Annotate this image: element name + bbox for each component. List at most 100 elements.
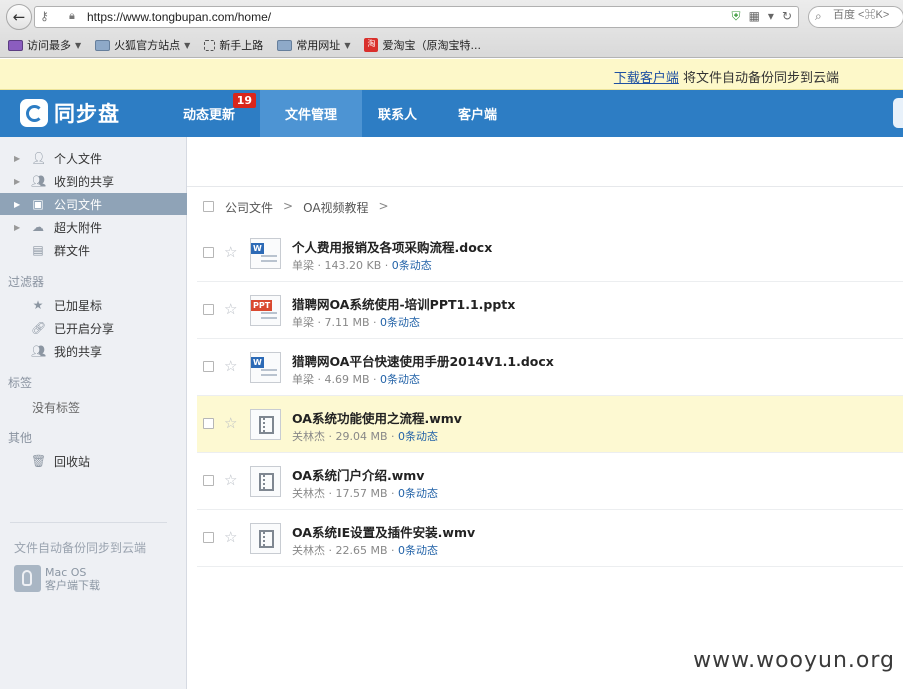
url-text[interactable]: https://www.tongbupan.com/home/ [87,10,271,24]
activity-link[interactable]: 0条动态 [380,316,420,329]
chevron-right-icon[interactable]: ▶ [14,223,20,232]
breadcrumb-oa-videos[interactable]: OA视频教程 [303,199,368,216]
file-name[interactable]: 猎聘网OA系统使用-培训PPT1.1.pptx [292,294,515,313]
file-name[interactable]: OA系统IE设置及插件安装.wmv [292,522,475,541]
shield-icon[interactable]: ⛨ [732,9,741,24]
banner-message: 下载客户端 将文件自动备份同步到云端 [614,67,839,86]
file-name[interactable]: 猎聘网OA平台快速使用手册2014V1.1.docx [292,351,554,370]
chevron-right-icon[interactable]: ▶ [14,200,20,209]
back-arrow-icon: ← [12,8,26,26]
bookmark-label: 爱淘宝（原淘宝特... [382,39,481,52]
file-row[interactable]: ☆ OA系统IE设置及插件安装.wmv 关林杰 · 22.65 MB · 0条动… [197,510,903,567]
sidebar-item-starred[interactable]: ★ 已加星标 [0,294,187,316]
navigation-row: ← ⚷ 🔒︎ https://www.tongbupan.com/home/ ⛨… [0,4,903,30]
file-owner: 关林杰 [292,430,325,443]
star-icon: ★ [32,298,44,312]
file-checkbox[interactable] [203,532,214,543]
chevron-right-icon[interactable]: ▶ [14,177,20,186]
activity-link[interactable]: 0条动态 [398,544,438,557]
mac-client-download[interactable]: Mac OS 客户端下载 [14,565,100,592]
mac-os-label: Mac OS [45,565,87,579]
reload-icon[interactable]: ↻ [782,9,792,24]
sidebar-item-company-files[interactable]: ▶ ▣ 公司文件 [0,193,187,215]
file-row[interactable]: ☆ OA系统功能使用之流程.wmv 关林杰 · 29.04 MB · 0条动态 [197,396,903,453]
file-checkbox[interactable] [203,304,214,315]
file-checkbox[interactable] [203,475,214,486]
meta-separator: · [387,430,399,443]
star-icon[interactable]: ☆ [224,528,237,546]
browser-search-input[interactable] [833,9,903,21]
sidebar-item-large-attachments[interactable]: ▶ ☁ 超大附件 [0,216,187,238]
qr-code-icon[interactable]: ▦ [749,9,760,24]
file-row[interactable]: ☆ W 个人费用报销及各项采购流程.docx 单梁 · 143.20 KB · … [197,225,903,282]
bookmark-common-sites[interactable]: 常用网址 ▼ [277,37,350,53]
star-icon[interactable]: ☆ [224,300,237,318]
notification-badge: 19 [232,93,257,108]
folder-icon [277,39,293,51]
breadcrumb: 公司文件 > OA视频教程 > [225,199,389,216]
file-owner: 单梁 [292,373,314,386]
sidebar-item-my-shares[interactable]: 👥︎ 我的共享 [0,340,187,362]
header-search-edge[interactable] [893,98,903,128]
sidebar-item-label: 个人文件 [54,151,103,166]
file-row[interactable]: ☆ W 猎聘网OA平台快速使用手册2014V1.1.docx 单梁 · 4.69… [197,339,903,396]
sidebar-item-personal-files[interactable]: ▶ 👤︎ 个人文件 [0,147,187,169]
sync-promo-text: 文件自动备份同步到云端 [14,541,147,555]
sidebar-item-trash[interactable]: 🗑︎ 回收站 [0,450,187,472]
address-bar[interactable]: ⚷ 🔒︎ https://www.tongbupan.com/home/ ⛨ ▦… [34,6,799,28]
back-button[interactable]: ← [6,4,32,30]
dashed-page-icon [204,39,216,51]
sync-logo-icon [20,99,48,127]
file-row[interactable]: ☆ OA系统门户介绍.wmv 关林杰 · 17.57 MB · 0条动态 [197,453,903,510]
ppt-tag: PPT [251,300,273,311]
app-logo[interactable]: 同步盘 [20,98,120,128]
banner-text: 将文件自动备份同步到云端 [678,71,839,86]
file-owner: 单梁 [292,316,314,329]
file-row[interactable]: ☆ PPT 猎聘网OA系统使用-培训PPT1.1.pptx 单梁 · 7.11 … [197,282,903,339]
file-checkbox[interactable] [203,418,214,429]
person-icon: 👤︎ [31,151,47,165]
sidebar-item-received-shares[interactable]: ▶ 👥︎ 收到的共享 [0,170,187,192]
sidebar-item-group-files[interactable]: ▤ 群文件 [0,239,187,261]
nav-client[interactable]: 客户端 [442,90,522,137]
bookmark-firefox-sites[interactable]: 火狐官方站点 ▼ [95,37,190,53]
meta-separator: · [387,544,399,557]
activity-link[interactable]: 0条动态 [398,487,438,500]
nav-file-management[interactable]: 文件管理 [260,90,363,137]
search-icon: ⌕ [815,9,822,23]
sidebar-item-shared-enabled[interactable]: 🔗︎ 已开启分享 [0,317,187,339]
bookmark-getting-started[interactable]: 新手上路 [204,37,263,53]
file-checkbox[interactable] [203,247,214,258]
breadcrumb-separator: > [378,199,389,213]
select-all-checkbox[interactable] [203,201,214,212]
activity-link[interactable]: 0条动态 [392,259,432,272]
activity-link[interactable]: 0条动态 [398,430,438,443]
bookmark-most-visited[interactable]: 访问最多 ▼ [8,37,81,53]
browser-search-box[interactable]: ⌕ [808,6,903,28]
star-icon[interactable]: ☆ [224,414,237,432]
breadcrumb-separator: > [283,199,294,213]
file-checkbox[interactable] [203,361,214,372]
download-client-link[interactable]: 下载客户端 [614,71,679,86]
breadcrumb-company-files[interactable]: 公司文件 [225,199,273,216]
file-size: 7.11 MB [324,316,370,329]
toolbar-divider [187,186,903,187]
activity-link[interactable]: 0条动态 [380,373,420,386]
word-file-icon: W [250,352,281,383]
file-name[interactable]: OA系统功能使用之流程.wmv [292,408,462,427]
bookmark-taobao[interactable]: 淘爱淘宝（原淘宝特... [364,37,481,53]
nav-contacts[interactable]: 联系人 [362,90,442,137]
chevron-right-icon[interactable]: ▶ [14,154,20,163]
nav-updates[interactable]: 动态更新 19 [167,90,260,137]
sidebar-item-label: 收到的共享 [54,174,115,189]
file-name[interactable]: 个人费用报销及各项采购流程.docx [292,237,492,256]
sidebar-item-label: 群文件 [54,243,91,258]
address-tools: ⛨ ▦ ▾ ↻ [732,9,792,24]
chevron-down-icon: ▼ [184,40,191,50]
star-icon[interactable]: ☆ [224,357,237,375]
star-icon[interactable]: ☆ [224,243,237,261]
file-name[interactable]: OA系统门户介绍.wmv [292,465,424,484]
nav-label: 客户端 [458,108,498,123]
dropdown-arrow-icon[interactable]: ▾ [768,9,774,24]
star-icon[interactable]: ☆ [224,471,237,489]
